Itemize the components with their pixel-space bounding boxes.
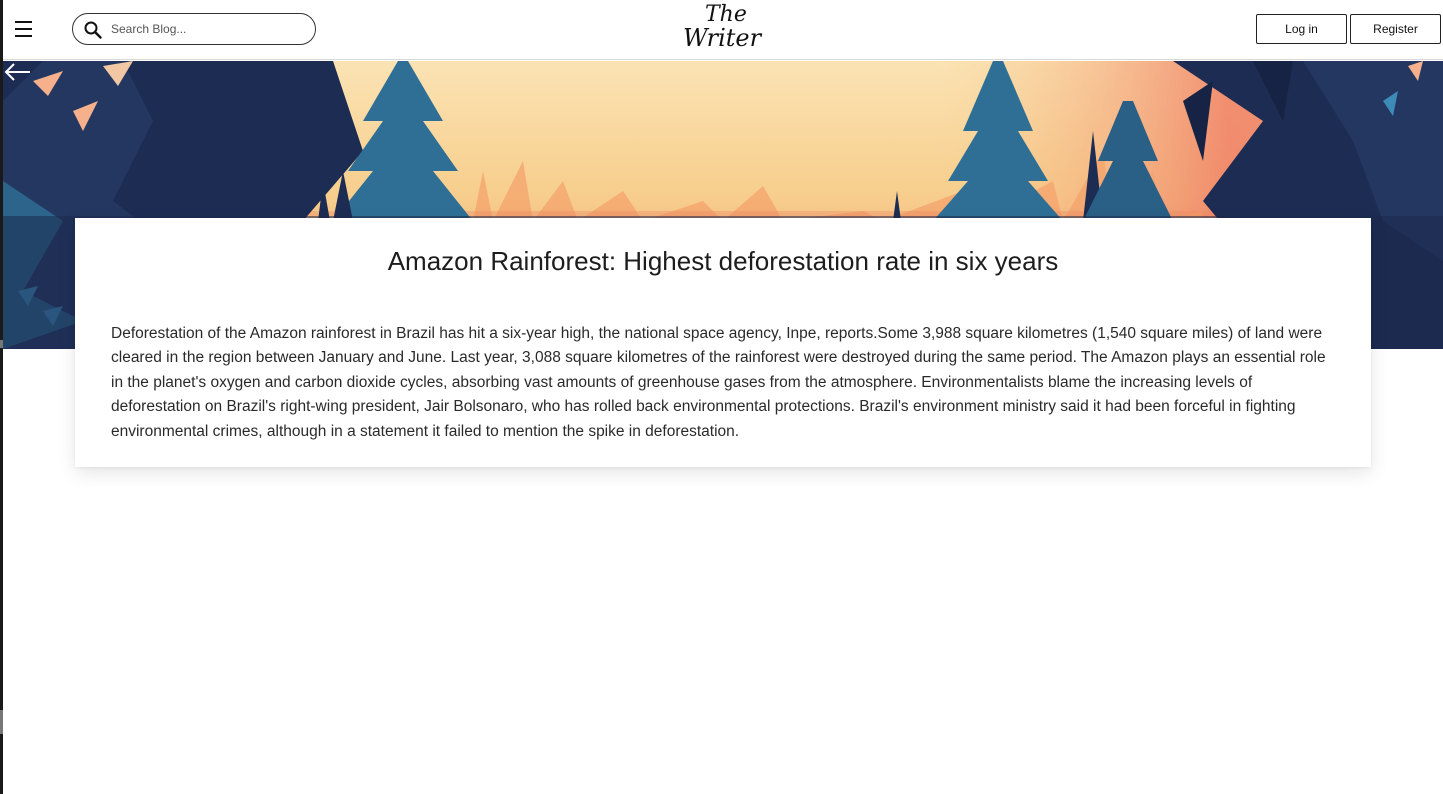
article-title: Amazon Rainforest: Highest deforestation… xyxy=(387,246,1059,276)
top-nav-bar: The Writer Log in Register xyxy=(3,0,1443,60)
register-button[interactable]: Register xyxy=(1350,14,1441,44)
back-arrow-icon[interactable] xyxy=(3,61,33,83)
search-box[interactable] xyxy=(72,13,316,45)
article-card: Amazon Rainforest: Highest deforestation… xyxy=(75,218,1371,467)
login-button[interactable]: Log in xyxy=(1256,14,1347,44)
search-input[interactable] xyxy=(111,19,306,39)
site-logo[interactable]: The Writer xyxy=(679,2,763,56)
hamburger-menu-icon[interactable] xyxy=(13,16,35,42)
search-icon xyxy=(84,21,102,39)
article-body: Deforestation of the Amazon rainforest i… xyxy=(111,325,1326,440)
